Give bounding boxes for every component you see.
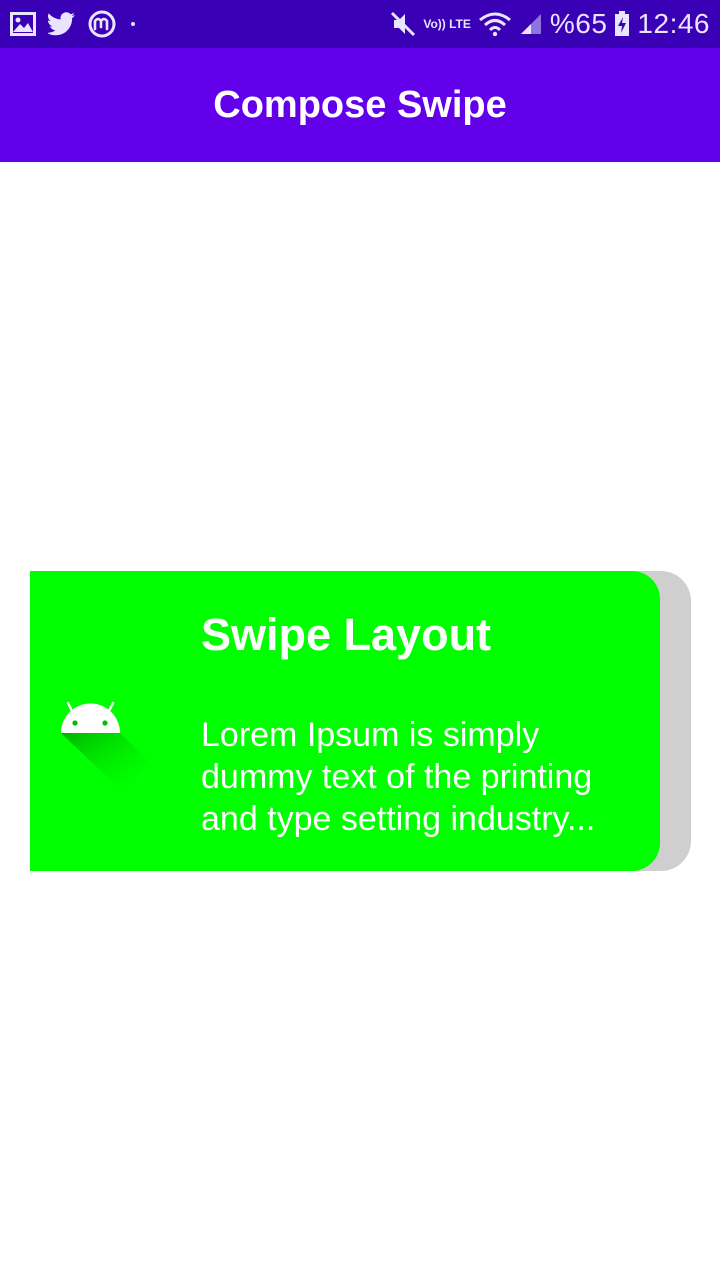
twitter-icon xyxy=(48,12,76,36)
app-bar: Compose Swipe xyxy=(0,48,720,162)
signal-icon xyxy=(519,12,543,36)
wifi-icon xyxy=(478,11,512,37)
status-bar: Vo)) LTE %65 12:46 xyxy=(0,0,720,48)
mute-icon xyxy=(390,11,416,37)
app-title: Compose Swipe xyxy=(213,83,507,126)
gallery-icon xyxy=(10,12,36,36)
volte-label: Vo)) LTE xyxy=(423,16,471,31)
battery-charging-icon xyxy=(614,11,630,37)
android-icon xyxy=(58,699,148,794)
battery-percent: %65 xyxy=(549,8,608,39)
card-title: Swipe Layout xyxy=(201,609,492,660)
coin-app-icon xyxy=(88,10,116,38)
notification-dot-icon xyxy=(128,19,138,29)
status-bar-right: Vo)) LTE %65 12:46 xyxy=(390,8,710,40)
card-body-text: Lorem Ipsum is simply dummy text of the … xyxy=(201,716,596,838)
clock: 12:46 xyxy=(637,8,710,39)
status-bar-left xyxy=(10,10,138,38)
swipe-card[interactable]: Swipe Layout Lorem Ipsum is simply dummy… xyxy=(30,571,660,871)
